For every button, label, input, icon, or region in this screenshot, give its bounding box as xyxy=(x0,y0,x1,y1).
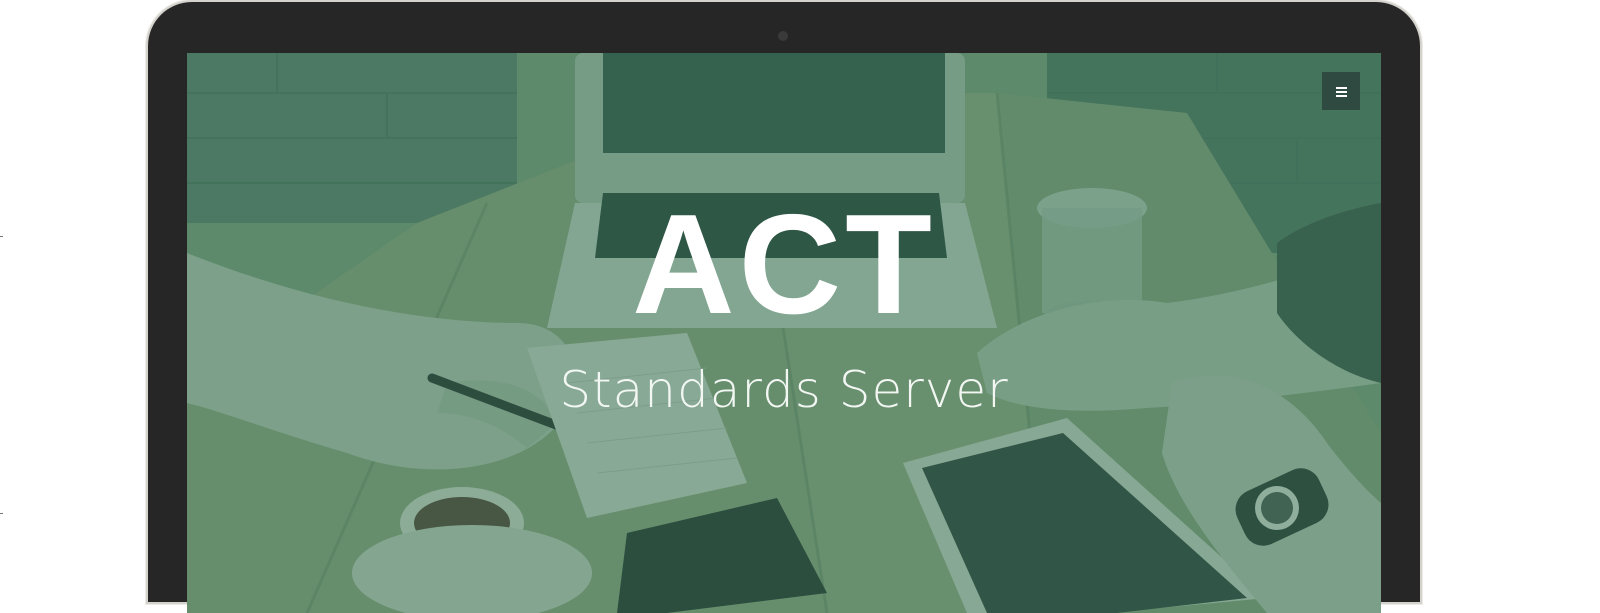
hero-title: ACT xyxy=(632,185,936,344)
hamburger-menu-button[interactable] xyxy=(1322,72,1360,110)
edge-tick xyxy=(0,513,3,514)
camera-icon xyxy=(778,31,788,41)
hero-section: ACT Standards Server xyxy=(187,53,1381,613)
laptop-frame: ACT Standards Server xyxy=(148,2,1420,613)
hamburger-menu-icon xyxy=(1335,86,1347,97)
edge-tick xyxy=(0,236,3,237)
hero-subtitle: Standards Server xyxy=(559,361,1009,419)
